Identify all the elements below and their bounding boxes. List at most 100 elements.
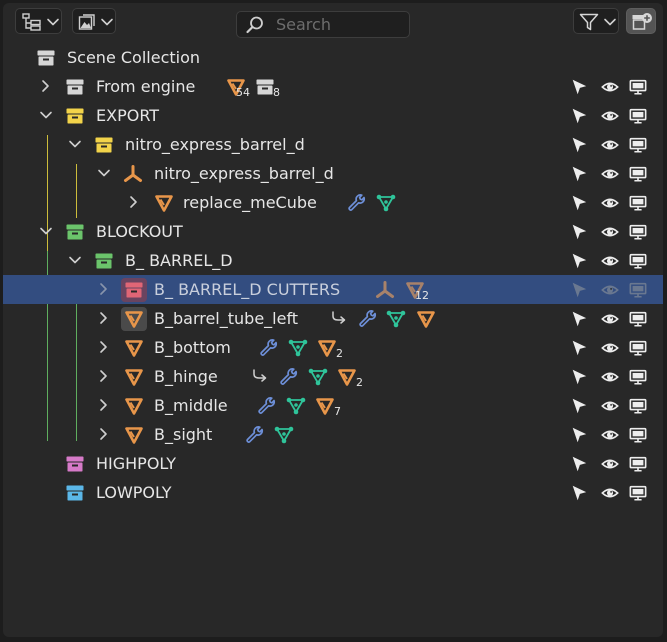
selectable-arrow-icon[interactable] (569, 368, 589, 386)
chevron-right-icon[interactable] (97, 427, 111, 441)
child-collection-icon[interactable] (255, 77, 275, 97)
selectable-arrow-icon[interactable] (569, 455, 589, 473)
eye-icon[interactable] (600, 223, 620, 241)
mesh-data-icon[interactable] (274, 425, 294, 445)
eye-icon[interactable] (600, 194, 620, 212)
chevron-right-icon[interactable] (39, 79, 53, 93)
chevron-right-icon[interactable] (97, 311, 111, 325)
eye-icon[interactable] (600, 426, 620, 444)
outliner-row-scene-collection[interactable]: Scene Collection (3, 43, 663, 72)
modifier-wrench-icon[interactable] (279, 367, 299, 387)
eye-icon[interactable] (600, 368, 620, 386)
monitor-render-icon[interactable] (628, 107, 648, 125)
monitor-render-icon[interactable] (628, 455, 648, 473)
mesh-data-icon[interactable] (308, 367, 328, 387)
chevron-right-icon[interactable] (97, 282, 111, 296)
mesh-data-icon[interactable] (288, 338, 308, 358)
child-mesh-icon[interactable] (317, 338, 337, 358)
outliner-row-highpoly[interactable]: HIGHPOLY (3, 449, 663, 478)
outliner-row-b-barrel-tube-left[interactable]: B_barrel_tube_left (3, 304, 663, 333)
monitor-render-icon[interactable] (628, 194, 648, 212)
eye-icon[interactable] (600, 78, 620, 96)
selectable-arrow-icon[interactable] (569, 136, 589, 154)
monitor-render-icon[interactable] (628, 426, 648, 444)
selectable-arrow-icon[interactable] (569, 107, 589, 125)
selectable-arrow-icon[interactable] (569, 397, 589, 415)
filter-type-dropdown[interactable] (72, 8, 116, 34)
outliner-row-b-middle[interactable]: B_middle 7 (3, 391, 663, 420)
modifier-wrench-icon[interactable] (358, 309, 378, 329)
monitor-render-icon[interactable] (628, 368, 648, 386)
parent-relation-icon[interactable] (330, 309, 350, 329)
chevron-down-icon[interactable] (39, 108, 53, 122)
monitor-render-icon[interactable] (628, 165, 648, 183)
mesh-data-icon[interactable] (376, 193, 396, 213)
parent-relation-icon[interactable] (251, 367, 271, 387)
selectable-arrow-icon[interactable] (569, 484, 589, 502)
outliner-row-from-engine[interactable]: From engine 54 8 (3, 72, 663, 101)
chevron-down-icon[interactable] (39, 224, 53, 238)
outliner-row-export[interactable]: EXPORT (3, 101, 663, 130)
eye-icon[interactable] (600, 339, 620, 357)
eye-icon[interactable] (600, 107, 620, 125)
outliner-row-b-sight[interactable]: B_sight (3, 420, 663, 449)
child-mesh-icon[interactable] (337, 367, 357, 387)
chevron-right-icon[interactable] (97, 340, 111, 354)
image-library-icon (78, 14, 95, 30)
mesh-data-icon[interactable] (386, 309, 406, 329)
selectable-arrow-icon[interactable] (569, 426, 589, 444)
monitor-render-icon[interactable] (628, 78, 648, 96)
filter-dropdown[interactable] (573, 8, 619, 34)
new-collection-button[interactable] (626, 8, 656, 34)
eye-icon[interactable] (600, 136, 620, 154)
monitor-render-icon[interactable] (628, 223, 648, 241)
chevron-down-icon[interactable] (68, 253, 82, 267)
modifier-wrench-icon[interactable] (259, 338, 279, 358)
eye-icon[interactable] (600, 455, 620, 473)
chevron-down-icon[interactable] (68, 137, 82, 151)
monitor-render-icon[interactable] (628, 310, 648, 328)
outliner-row-b-hinge[interactable]: B_hinge 2 (3, 362, 663, 391)
outliner-row-lowpoly[interactable]: LOWPOLY (3, 478, 663, 507)
monitor-render-icon[interactable] (628, 281, 648, 299)
chevron-down-icon[interactable] (97, 166, 111, 180)
modifier-wrench-icon[interactable] (347, 193, 367, 213)
display-mode-dropdown[interactable] (15, 8, 62, 34)
outliner-row-nitro-collection[interactable]: nitro_express_barrel_d (3, 130, 663, 159)
monitor-render-icon[interactable] (628, 339, 648, 357)
selectable-arrow-icon[interactable] (569, 281, 589, 299)
monitor-render-icon[interactable] (628, 484, 648, 502)
selectable-arrow-icon[interactable] (569, 252, 589, 270)
eye-icon[interactable] (600, 484, 620, 502)
eye-icon[interactable] (600, 397, 620, 415)
modifier-wrench-icon[interactable] (257, 396, 277, 416)
search-field[interactable]: Search (236, 11, 410, 38)
eye-icon[interactable] (600, 310, 620, 328)
outliner-row-replace-mecube[interactable]: replace_meCube (3, 188, 663, 217)
selectable-arrow-icon[interactable] (569, 310, 589, 328)
mesh-data-icon[interactable] (286, 396, 306, 416)
eye-icon[interactable] (600, 281, 620, 299)
modifier-wrench-icon[interactable] (245, 425, 265, 445)
outliner-row-b-barrel-d[interactable]: B_ BARREL_D (3, 246, 663, 275)
selectable-arrow-icon[interactable] (569, 194, 589, 212)
selectable-arrow-icon[interactable] (569, 165, 589, 183)
armature-icon[interactable] (375, 280, 395, 300)
chevron-right-icon[interactable] (97, 369, 111, 383)
monitor-render-icon[interactable] (628, 397, 648, 415)
chevron-right-icon[interactable] (97, 398, 111, 412)
monitor-render-icon[interactable] (628, 136, 648, 154)
outliner-row-b-barrel-d-cutters[interactable]: B_ BARREL_D CUTTERS 12 (3, 275, 663, 304)
outliner-row-b-bottom[interactable]: B_bottom 2 (3, 333, 663, 362)
selectable-arrow-icon[interactable] (569, 78, 589, 96)
eye-icon[interactable] (600, 165, 620, 183)
child-mesh-icon[interactable] (416, 309, 436, 329)
monitor-render-icon[interactable] (628, 252, 648, 270)
outliner-row-blockout[interactable]: BLOCKOUT (3, 217, 663, 246)
eye-icon[interactable] (600, 252, 620, 270)
child-mesh-icon[interactable] (315, 396, 335, 416)
chevron-right-icon[interactable] (127, 195, 141, 209)
outliner-row-nitro-armature[interactable]: nitro_express_barrel_d (3, 159, 663, 188)
selectable-arrow-icon[interactable] (569, 223, 589, 241)
selectable-arrow-icon[interactable] (569, 339, 589, 357)
